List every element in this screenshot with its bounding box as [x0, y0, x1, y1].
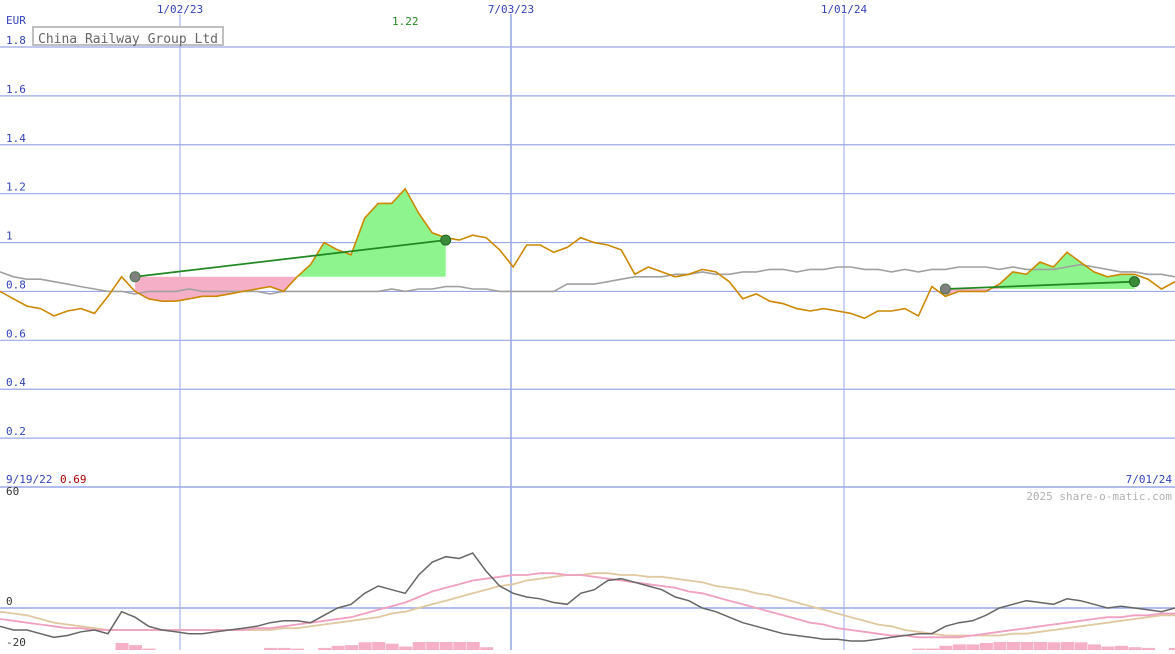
histogram-bar: [1033, 642, 1047, 650]
histogram-bar: [466, 642, 480, 650]
histogram-bar: [426, 642, 440, 650]
start-price-label: 0.69: [60, 473, 87, 486]
histogram-bar: [939, 645, 953, 650]
histogram-bar: [1020, 642, 1034, 650]
currency-label: EUR: [6, 14, 26, 27]
y-tick-label: -20: [6, 636, 26, 649]
histogram-bar: [1087, 644, 1101, 650]
fast-ma-line: [0, 572, 1175, 639]
histogram-bar: [979, 643, 993, 650]
trade-exit-point: [440, 234, 452, 246]
y-tick-label: 1.2: [6, 181, 26, 194]
trade-entry-point: [939, 283, 951, 295]
chart-title: China Railway Group Ltd: [38, 32, 219, 47]
y-tick-label: 1.6: [6, 83, 26, 96]
end-date-label: 7/01/24: [1126, 473, 1173, 486]
y-tick-label: 0.2: [6, 425, 26, 438]
trade-exit-point: [1128, 276, 1140, 288]
histogram-bar: [439, 642, 453, 650]
histogram-bar: [1114, 645, 1128, 650]
histogram-bar: [331, 645, 345, 650]
chart-title-box: China Railway Group Ltd: [32, 26, 225, 47]
histogram-bar: [993, 642, 1007, 650]
y-tick-label: 0.6: [6, 327, 26, 340]
histogram-bar: [1074, 642, 1088, 650]
y-tick-label: 0.8: [6, 278, 26, 291]
peak-label: 1.22: [392, 15, 419, 28]
chart-stage: 0.2 0.4 0.6 0.8 1 1.2 1.4 1.6 1.8 1/02/23 7/03/23 1…: [0, 0, 1175, 650]
x-tick-label: 1/01/24: [821, 3, 868, 16]
histogram-bar: [412, 642, 426, 650]
x-tick-label: 1/02/23: [157, 3, 203, 16]
y-tick-label: 60: [6, 485, 19, 498]
loss-area: [135, 276, 298, 302]
histogram-bar: [453, 642, 467, 650]
histogram-bar: [1060, 642, 1074, 650]
histogram-bar: [385, 643, 399, 650]
histogram-bar: [1047, 642, 1061, 650]
watermark: 2025 share-o-matic.com: [1026, 490, 1172, 503]
histogram-bar: [345, 645, 359, 650]
y-tick-label: 1.4: [6, 132, 26, 145]
slow-ma-line: [0, 572, 1175, 637]
loss-area: [945, 284, 1000, 297]
histogram-bar: [966, 644, 980, 650]
histogram-bar: [372, 642, 386, 650]
oscillator-line: [0, 552, 1175, 642]
gain-area: [297, 188, 446, 277]
histogram-bar: [952, 644, 966, 650]
histogram-bar: [399, 646, 413, 650]
histogram-bar: [115, 643, 129, 650]
histogram-bar: [358, 642, 372, 650]
y-tick-label: 1.8: [6, 34, 26, 47]
y-tick-label: 0: [6, 595, 13, 608]
y-tick-label: 1: [6, 230, 13, 243]
histogram-bar: [1101, 646, 1115, 650]
histogram-bar: [129, 645, 143, 650]
x-tick-label: 7/03/23: [488, 3, 534, 16]
trade-entry-point: [129, 271, 141, 283]
price-chart: 0.2 0.4 0.6 0.8 1 1.2 1.4 1.6 1.8 1/02/23 7/03/23 1…: [0, 3, 1175, 650]
start-date-label: 9/19/22: [6, 473, 52, 486]
y-tick-label: 0.4: [6, 376, 26, 389]
histogram-bar: [1006, 642, 1020, 650]
